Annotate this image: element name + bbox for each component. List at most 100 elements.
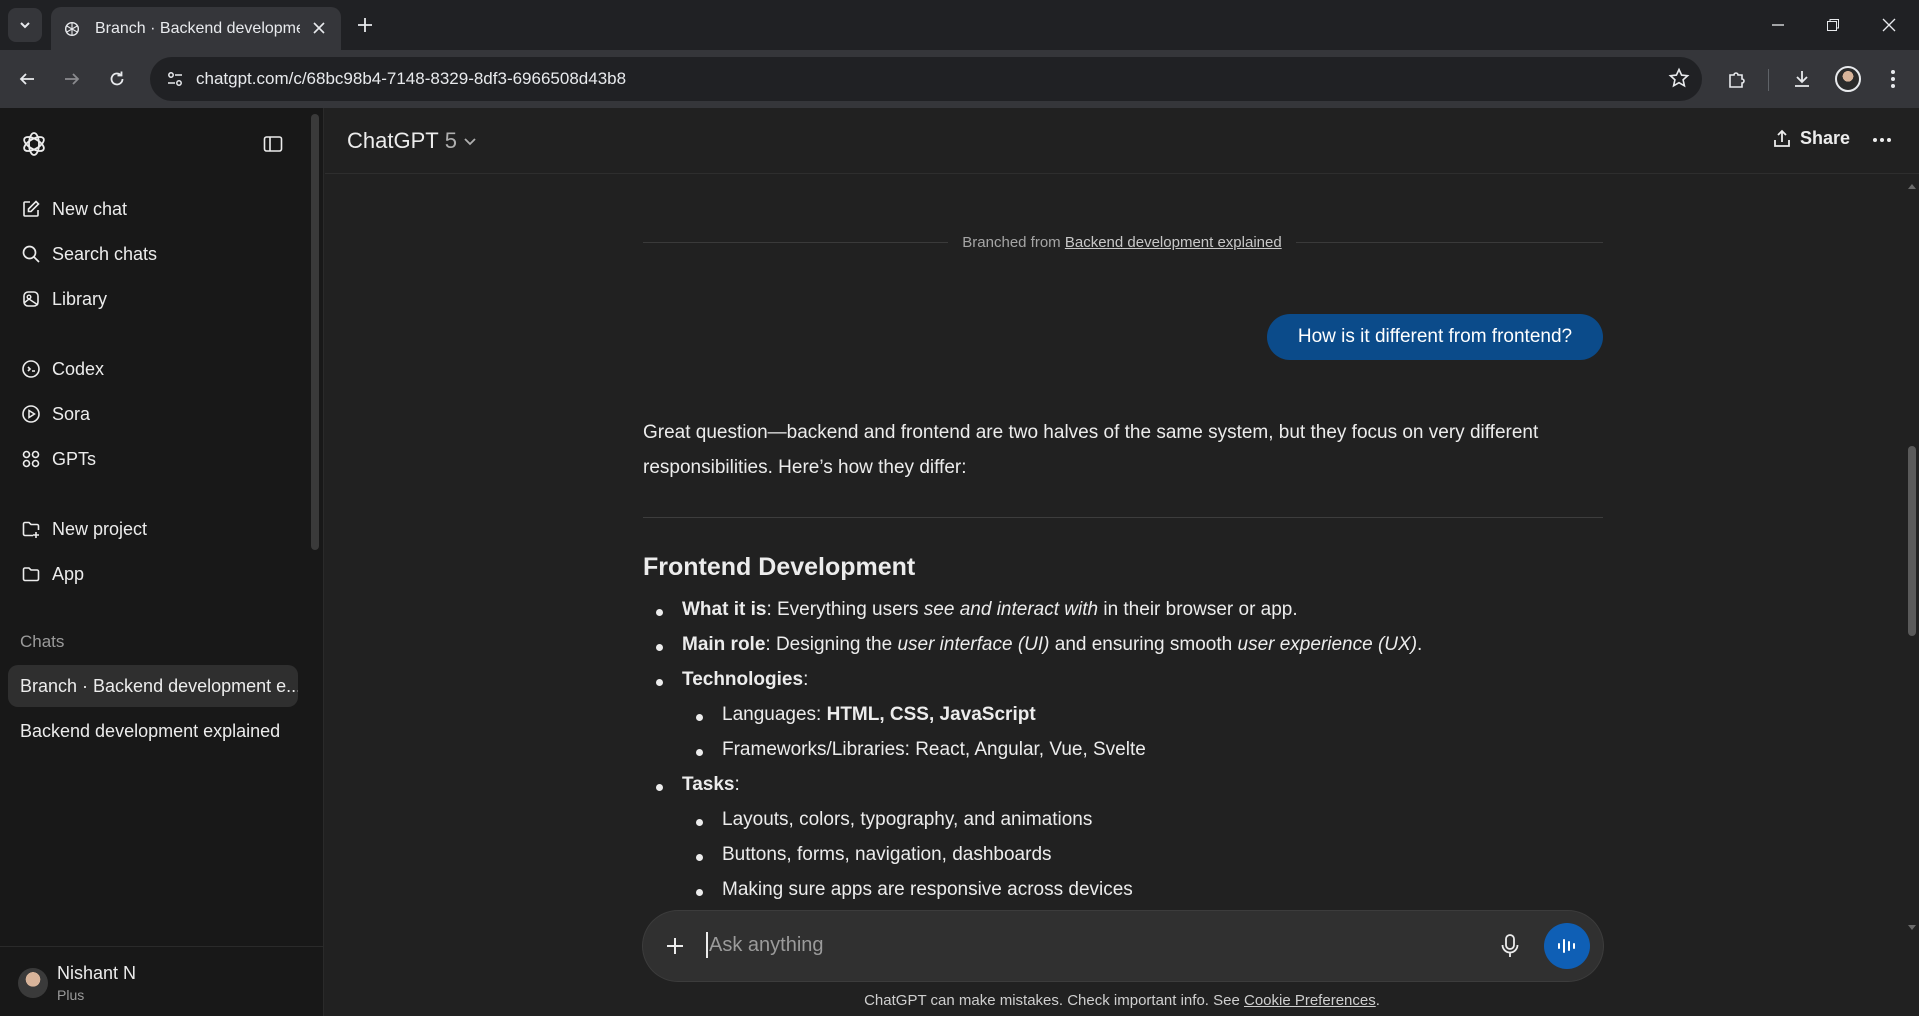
chat-header: ChatGPT 5 Share [325,108,1919,174]
downloads-button[interactable] [1785,62,1819,96]
sidebar-item-app[interactable]: App [8,555,298,593]
waveform-icon [1558,939,1575,953]
url-text: chatgpt.com/c/68bc98b4-7148-8329-8df3-69… [196,69,627,88]
avatar [1835,66,1861,92]
message-composer[interactable]: Ask anything [643,911,1603,981]
sidebar-item-codex[interactable]: Codex [8,350,298,388]
arrow-left-icon [19,73,34,85]
openai-logo-icon[interactable] [18,128,50,160]
new-tab-button[interactable] [352,12,378,38]
main-panel: ChatGPT 5 Share Branched from Backend de… [325,108,1919,1016]
tab-search-button[interactable] [8,8,42,42]
site-info-icon[interactable] [160,64,190,94]
scroll-up-icon [1908,184,1916,189]
restore-icon [1827,19,1839,31]
minimize-button[interactable] [1755,10,1801,40]
model-selector[interactable]: ChatGPT 5 [347,128,477,154]
close-window-button[interactable] [1866,10,1912,40]
forward-button[interactable] [55,62,89,96]
sidebar-toggle-button[interactable] [257,128,289,160]
user-plan: Plus [57,987,85,1003]
user-name: Nishant N [57,963,137,983]
play-circle-icon [20,403,42,425]
bookmark-star-icon[interactable] [1668,67,1690,94]
chat-scrollbar[interactable] [1905,176,1919,940]
scrollbar-thumb[interactable] [1908,446,1916,636]
bullet-marker [696,854,703,861]
sidebar-item-library[interactable]: Library [8,280,298,318]
library-icon [20,288,42,310]
disclaimer: ChatGPT can make mistakes. Check importa… [864,992,1380,1009]
sidebar-item-label: App [52,563,85,584]
sidebar-item-label: GPTs [52,448,97,469]
bullet-marker [696,714,703,721]
toolbar-divider [1768,69,1769,91]
download-icon [1795,71,1809,87]
list-item: Buttons, forms, navigation, dashboards [722,844,1052,865]
list-item: Frameworks/Libraries: React, Angular, Vu… [722,739,1146,760]
user-profile[interactable]: Nishant N Plus [0,946,324,1016]
browser-menu-button[interactable] [1876,62,1910,96]
restore-button[interactable] [1810,10,1856,40]
sidebar-item-sora[interactable]: Sora [8,395,298,433]
chevron-down-icon [464,138,476,146]
search-icon [20,243,42,265]
chats-heading: Chats [20,632,65,651]
dictate-button[interactable] [1498,933,1522,964]
sidebar-item-label: Library [52,288,108,309]
sidebar-item-label: Sora [52,403,91,424]
bullet-marker [656,609,663,616]
share-button[interactable]: Share [1772,128,1850,149]
cookie-preferences-link[interactable]: Cookie Preferences [1244,992,1376,1009]
plus-icon [358,18,372,32]
bullet-marker [696,819,703,826]
list-item: Technologies: [682,669,809,690]
browser-tabstrip: Branch · Backend development explained [0,0,1919,50]
assistant-intro: Great question—backend and frontend are … [643,422,1539,478]
list-item: Tasks: [682,774,740,795]
more-horizontal-icon [1873,138,1891,142]
codex-icon [20,358,42,380]
avatar [18,968,48,998]
sidebar-item-label: New chat [52,198,128,219]
microphone-icon [1501,934,1519,957]
sidebar-item-gpts[interactable]: GPTs [8,440,298,478]
list-item: Main role: Designing the user interface … [682,634,1423,655]
share-label: Share [1800,128,1851,148]
reload-button[interactable] [100,62,134,96]
chat-title: Branch · Backend development e... [20,675,298,696]
extensions-button[interactable] [1720,62,1754,96]
new-folder-icon [20,518,42,540]
chat-item[interactable]: Backend development explained [8,710,298,752]
answer-divider [643,517,1603,518]
model-name: ChatGPT [347,128,439,153]
sidebar-item-label: New project [52,518,148,539]
message-input[interactable]: Ask anything [709,934,824,957]
add-attachment-button[interactable] [663,934,687,963]
grid-icon [20,448,42,470]
sidebar-item-new-chat[interactable]: New chat [8,190,298,228]
back-button[interactable] [10,62,44,96]
reload-icon [110,71,124,86]
section-heading: Frontend Development [643,553,916,581]
chevron-down-icon [20,22,30,29]
tab-title: Branch · Backend development explained [95,19,300,37]
bullet-marker [656,644,663,651]
address-bar[interactable]: chatgpt.com/c/68bc98b4-7148-8329-8df3-69… [150,57,1702,101]
list-item: Making sure apps are responsive across d… [722,879,1133,900]
more-options-button[interactable] [1872,130,1892,148]
branch-source-link[interactable]: Backend development explained [1065,234,1282,251]
tab-close-icon[interactable] [309,18,329,38]
kebab-menu-icon [1891,70,1895,88]
close-icon [1882,18,1896,32]
sidebar-item-search-chats[interactable]: Search chats [8,235,298,273]
chat-item-active[interactable]: Branch · Backend development e... [8,665,298,707]
voice-mode-button[interactable] [1544,923,1590,969]
bullet-marker [656,784,663,791]
browser-tab[interactable]: Branch · Backend development explained [51,7,341,50]
minimize-icon [1772,24,1784,26]
sidebar-item-new-project[interactable]: New project [8,510,298,548]
sidebar-scrollbar[interactable] [311,114,319,550]
profile-button[interactable] [1831,62,1865,96]
puzzle-icon [1729,72,1745,88]
